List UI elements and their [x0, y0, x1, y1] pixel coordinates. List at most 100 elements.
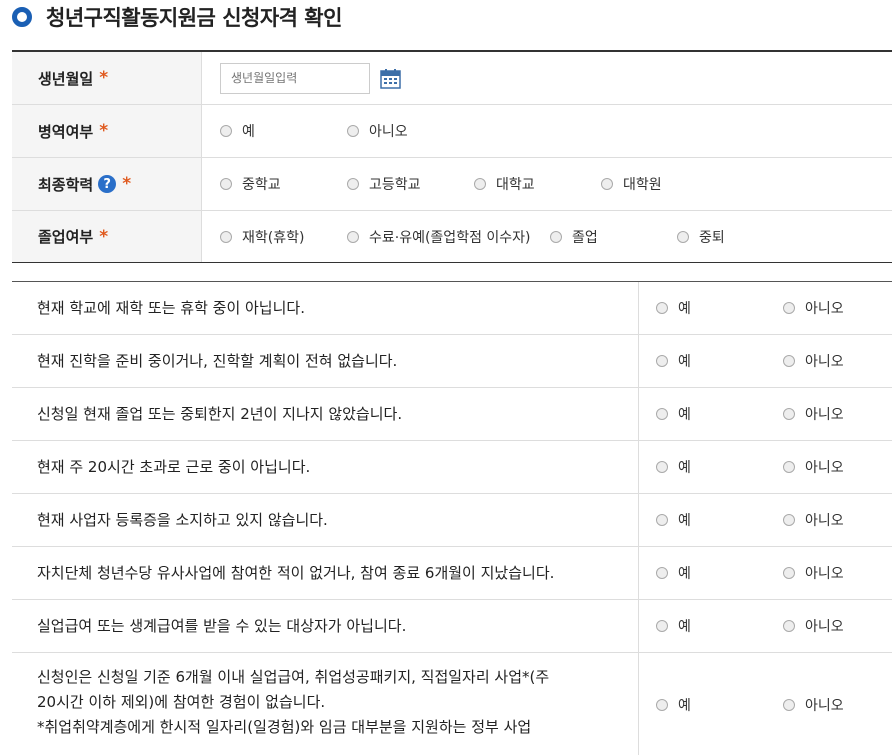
radio-yes[interactable]: 예	[656, 695, 691, 715]
radio-circle-icon[interactable]	[783, 698, 795, 711]
question-answers: 예 아니오	[639, 547, 892, 599]
radio-no[interactable]: 아니오	[783, 457, 844, 477]
radio-circle-icon[interactable]	[783, 461, 795, 473]
radio-label: 대학교	[496, 177, 535, 193]
question-answers: 예 아니오	[639, 388, 892, 440]
radio-label: 아니오	[805, 407, 844, 423]
radio-label: 예	[678, 513, 691, 529]
question-row: 실업급여 또는 생계급여를 받을 수 있는 대상자가 아닙니다. 예 아니오	[12, 600, 892, 653]
radio-yes[interactable]: 예	[656, 510, 691, 530]
form-body-graduation: 재학(휴학) 수료·유예(졸업학점 이수자) 졸업 중퇴	[202, 211, 892, 262]
radio-edu-college[interactable]: 대학교	[474, 174, 535, 194]
radio-label: 중학교	[242, 177, 281, 193]
radio-circle-icon[interactable]	[601, 178, 613, 190]
radio-yes[interactable]: 예	[656, 457, 691, 477]
question-row: 자치단체 청년수당 유사사업에 참여한 적이 없거나, 참여 종료 6개월이 지…	[12, 547, 892, 600]
radio-no[interactable]: 아니오	[783, 510, 844, 530]
question-row: 신청일 현재 졸업 또는 중퇴한지 2년이 지나지 않았습니다. 예 아니오	[12, 388, 892, 441]
radio-circle-icon[interactable]	[656, 698, 668, 711]
radio-circle-icon[interactable]	[677, 230, 689, 243]
question-text: 실업급여 또는 생계급여를 받을 수 있는 대상자가 아닙니다.	[12, 600, 639, 652]
radio-label: 예	[678, 407, 691, 423]
radio-yes[interactable]: 예	[656, 616, 691, 636]
question-answers: 예 아니오	[639, 282, 892, 334]
radio-yes[interactable]: 예	[656, 404, 691, 424]
calendar-icon[interactable]	[380, 68, 401, 89]
radio-circle-icon[interactable]	[783, 408, 795, 420]
radio-circle-icon[interactable]	[347, 178, 359, 190]
radio-circle-icon[interactable]	[220, 230, 232, 243]
radio-label: 예	[678, 301, 691, 317]
radio-circle-icon[interactable]	[220, 178, 232, 190]
radio-military-no[interactable]: 아니오	[347, 121, 408, 141]
question-answers: 예 아니오	[639, 335, 892, 387]
radio-circle-icon[interactable]	[656, 514, 668, 526]
question-text: 자치단체 청년수당 유사사업에 참여한 적이 없거나, 참여 종료 6개월이 지…	[12, 547, 639, 599]
required-mark: *	[99, 226, 109, 247]
radio-circle-icon[interactable]	[656, 355, 668, 367]
question-answers: 예 아니오	[639, 653, 892, 755]
question-text: 신청인은 신청일 기준 6개월 이내 실업급여, 취업성공패키지, 직접일자리 …	[12, 653, 639, 755]
radio-label: 예	[678, 619, 691, 635]
radio-no[interactable]: 아니오	[783, 695, 844, 715]
required-mark: *	[99, 121, 109, 141]
radio-circle-icon[interactable]	[656, 461, 668, 473]
form-label-education: 최종학력 ? *	[12, 158, 202, 210]
question-line: 20시간 이하 제외)에 참여한 경험이 없습니다.	[37, 693, 326, 711]
help-icon[interactable]: ?	[98, 175, 117, 193]
form-row-military: 병역여부 * 예 아니오	[12, 105, 892, 158]
radio-label: 고등학교	[369, 177, 421, 193]
form-body-birth	[202, 52, 892, 104]
radio-circle-icon[interactable]	[783, 620, 795, 632]
radio-edu-graduate[interactable]: 대학원	[601, 174, 662, 194]
radio-label: 아니오	[805, 566, 844, 582]
radio-circle-icon[interactable]	[550, 230, 562, 243]
form-label-birth: 생년월일 *	[12, 52, 202, 104]
radio-circle-icon[interactable]	[347, 125, 359, 137]
question-text: 현재 사업자 등록증을 소지하고 있지 않습니다.	[12, 494, 639, 546]
radio-military-yes[interactable]: 예	[220, 121, 255, 141]
form-label-graduation: 졸업여부 *	[12, 211, 202, 262]
radio-circle-icon[interactable]	[656, 620, 668, 632]
radio-circle-icon[interactable]	[656, 567, 668, 579]
question-row: 현재 주 20시간 초과로 근로 중이 아닙니다. 예 아니오	[12, 441, 892, 494]
radio-label: 아니오	[369, 124, 408, 140]
radio-grad-graduated[interactable]: 졸업	[550, 227, 598, 247]
birth-date-input[interactable]	[220, 62, 370, 94]
radio-label: 중퇴	[699, 229, 725, 246]
radio-grad-completed[interactable]: 수료·유예(졸업학점 이수자)	[347, 227, 531, 247]
radio-circle-icon[interactable]	[783, 302, 795, 314]
radio-no[interactable]: 아니오	[783, 404, 844, 424]
radio-no[interactable]: 아니오	[783, 298, 844, 318]
radio-circle-icon[interactable]	[783, 567, 795, 579]
radio-label: 수료·유예(졸업학점 이수자)	[369, 229, 531, 246]
radio-label: 예	[678, 566, 691, 582]
radio-label: 졸업	[572, 229, 598, 246]
form-body-education: 중학교 고등학교 대학교 대학원	[202, 158, 892, 210]
radio-yes[interactable]: 예	[656, 563, 691, 583]
radio-circle-icon[interactable]	[474, 178, 486, 190]
question-row: 현재 학교에 재학 또는 휴학 중이 아닙니다. 예 아니오	[12, 282, 892, 335]
radio-label: 예	[678, 697, 691, 714]
radio-no[interactable]: 아니오	[783, 616, 844, 636]
question-text: 현재 주 20시간 초과로 근로 중이 아닙니다.	[12, 441, 639, 493]
radio-no[interactable]: 아니오	[783, 563, 844, 583]
radio-grad-dropout[interactable]: 중퇴	[677, 227, 725, 247]
radio-circle-icon[interactable]	[783, 514, 795, 526]
radio-circle-icon[interactable]	[220, 125, 232, 137]
radio-circle-icon[interactable]	[656, 302, 668, 314]
radio-yes[interactable]: 예	[656, 351, 691, 371]
required-mark: *	[99, 68, 109, 88]
question-text: 현재 진학을 준비 중이거나, 진학할 계획이 전혀 없습니다.	[12, 335, 639, 387]
form-body-military: 예 아니오	[202, 105, 892, 157]
radio-circle-icon[interactable]	[347, 230, 359, 243]
radio-grad-enrolled[interactable]: 재학(휴학)	[220, 227, 304, 247]
radio-edu-high[interactable]: 고등학교	[347, 174, 421, 194]
title-bullet-icon	[12, 7, 32, 27]
form-row-birth: 생년월일 *	[12, 52, 892, 105]
radio-circle-icon[interactable]	[783, 355, 795, 367]
radio-edu-middle[interactable]: 중학교	[220, 174, 281, 194]
radio-no[interactable]: 아니오	[783, 351, 844, 371]
radio-circle-icon[interactable]	[656, 408, 668, 420]
radio-yes[interactable]: 예	[656, 298, 691, 318]
